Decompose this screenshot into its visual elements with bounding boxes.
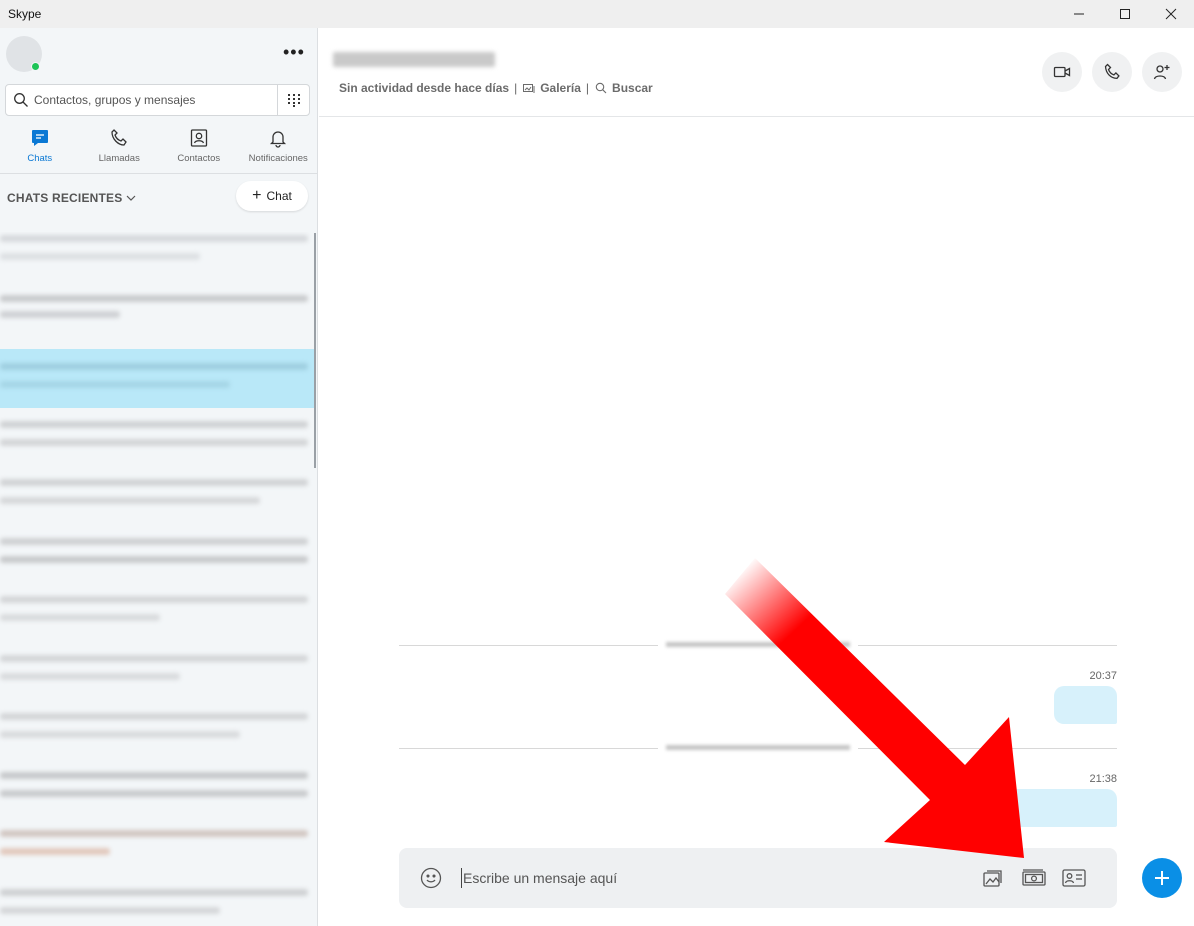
- call-actions: [1042, 52, 1182, 92]
- chat-list-item[interactable]: [0, 291, 316, 350]
- gallery-link[interactable]: Galería: [540, 81, 581, 95]
- nav-tabs: Chats Llamadas Contactos Notificaciones: [0, 128, 318, 172]
- tab-chats[interactable]: Chats: [0, 128, 80, 172]
- separator: |: [514, 81, 518, 95]
- sidebar: ••• Chats Llamadas Contactos Not: [0, 28, 318, 926]
- minimize-button[interactable]: [1056, 0, 1102, 28]
- activity-status: Sin actividad desde hace días: [339, 81, 510, 95]
- send-media-button[interactable]: [981, 866, 1007, 890]
- conversation-header-status: Sin actividad desde hace días | Galería …: [339, 81, 653, 95]
- chat-list-item[interactable]: [0, 525, 316, 584]
- chevron-down-icon: [126, 195, 136, 201]
- search-link[interactable]: Buscar: [612, 81, 653, 95]
- tab-notifications[interactable]: Notificaciones: [239, 128, 318, 172]
- presence-status-icon: [31, 62, 40, 71]
- tab-label: Chats: [27, 153, 53, 164]
- divider: [319, 116, 1194, 117]
- contact-name[interactable]: [333, 52, 495, 67]
- date-label: [658, 640, 858, 650]
- close-button[interactable]: [1148, 0, 1194, 28]
- gallery-icon: [983, 870, 1002, 887]
- chat-list: [0, 232, 316, 926]
- audio-call-button[interactable]: [1092, 52, 1132, 92]
- date-label: [658, 743, 858, 753]
- chat-list-item[interactable]: [0, 408, 316, 467]
- divider: [0, 173, 317, 174]
- gallery-icon: [523, 83, 535, 93]
- more-options-button[interactable]: •••: [283, 43, 305, 61]
- recent-chats-label: CHATS RECIENTES: [7, 191, 123, 205]
- dialpad-button[interactable]: [277, 85, 309, 115]
- message-compose-bar: [399, 848, 1117, 908]
- chat-list-item[interactable]: [0, 876, 316, 926]
- message-bubble[interactable]: [1054, 686, 1117, 724]
- video-camera-icon: [1053, 66, 1071, 78]
- search-icon: [595, 82, 607, 94]
- money-icon: [1022, 869, 1046, 886]
- new-chat-label: Chat: [266, 189, 292, 203]
- tab-contacts[interactable]: Contactos: [159, 128, 239, 172]
- window-title: Skype: [8, 7, 42, 21]
- send-contact-button[interactable]: [1061, 866, 1087, 890]
- tab-label: Notificaciones: [248, 153, 308, 164]
- add-person-icon: [1153, 65, 1170, 80]
- minimize-icon: [1074, 13, 1084, 15]
- tab-label: Llamadas: [98, 153, 140, 164]
- window-controls: [1056, 0, 1194, 28]
- chat-list-item[interactable]: [0, 817, 316, 876]
- search-input[interactable]: [34, 93, 269, 107]
- chat-list-item[interactable]: [0, 583, 316, 642]
- chat-icon: [31, 130, 48, 146]
- message-timestamp: 21:38: [1089, 773, 1117, 785]
- send-money-button[interactable]: [1021, 866, 1047, 890]
- maximize-icon: [1120, 9, 1130, 19]
- title-bar: Skype: [0, 0, 1194, 28]
- tab-calls[interactable]: Llamadas: [80, 128, 160, 172]
- plus-icon: [1155, 871, 1169, 885]
- video-call-button[interactable]: [1042, 52, 1082, 92]
- conversation-pane: Sin actividad desde hace días | Galería …: [319, 28, 1194, 926]
- phone-icon: [111, 129, 128, 146]
- emoji-icon[interactable]: [419, 866, 443, 890]
- search-icon: [14, 93, 28, 107]
- contact-card-icon: [1062, 869, 1086, 887]
- tab-label: Contactos: [177, 153, 221, 164]
- message-input[interactable]: [461, 868, 941, 888]
- chat-list-item[interactable]: [0, 700, 316, 759]
- add-content-button[interactable]: [1142, 858, 1182, 898]
- add-people-button[interactable]: [1142, 52, 1182, 92]
- maximize-button[interactable]: [1102, 0, 1148, 28]
- phone-icon: [1104, 63, 1120, 80]
- chat-list-scrollbar[interactable]: [314, 233, 316, 468]
- recent-chats-header[interactable]: CHATS RECIENTES: [7, 191, 136, 205]
- chat-list-item[interactable]: [0, 759, 316, 818]
- message-bubble[interactable]: [977, 789, 1117, 827]
- chat-list-item[interactable]: [0, 642, 316, 701]
- new-chat-button[interactable]: + Chat: [236, 181, 308, 211]
- bell-icon: [270, 131, 287, 148]
- chat-list-item[interactable]: [0, 466, 316, 525]
- message-timestamp: 20:37: [1089, 670, 1117, 682]
- separator: |: [585, 81, 590, 95]
- close-icon: [1165, 8, 1177, 20]
- plus-icon: +: [252, 187, 262, 204]
- chat-list-item[interactable]: [0, 232, 316, 291]
- contacts-icon: [190, 129, 207, 147]
- dialpad-icon: [287, 94, 300, 107]
- search-box: [5, 84, 310, 116]
- chat-list-item-selected[interactable]: [0, 349, 316, 408]
